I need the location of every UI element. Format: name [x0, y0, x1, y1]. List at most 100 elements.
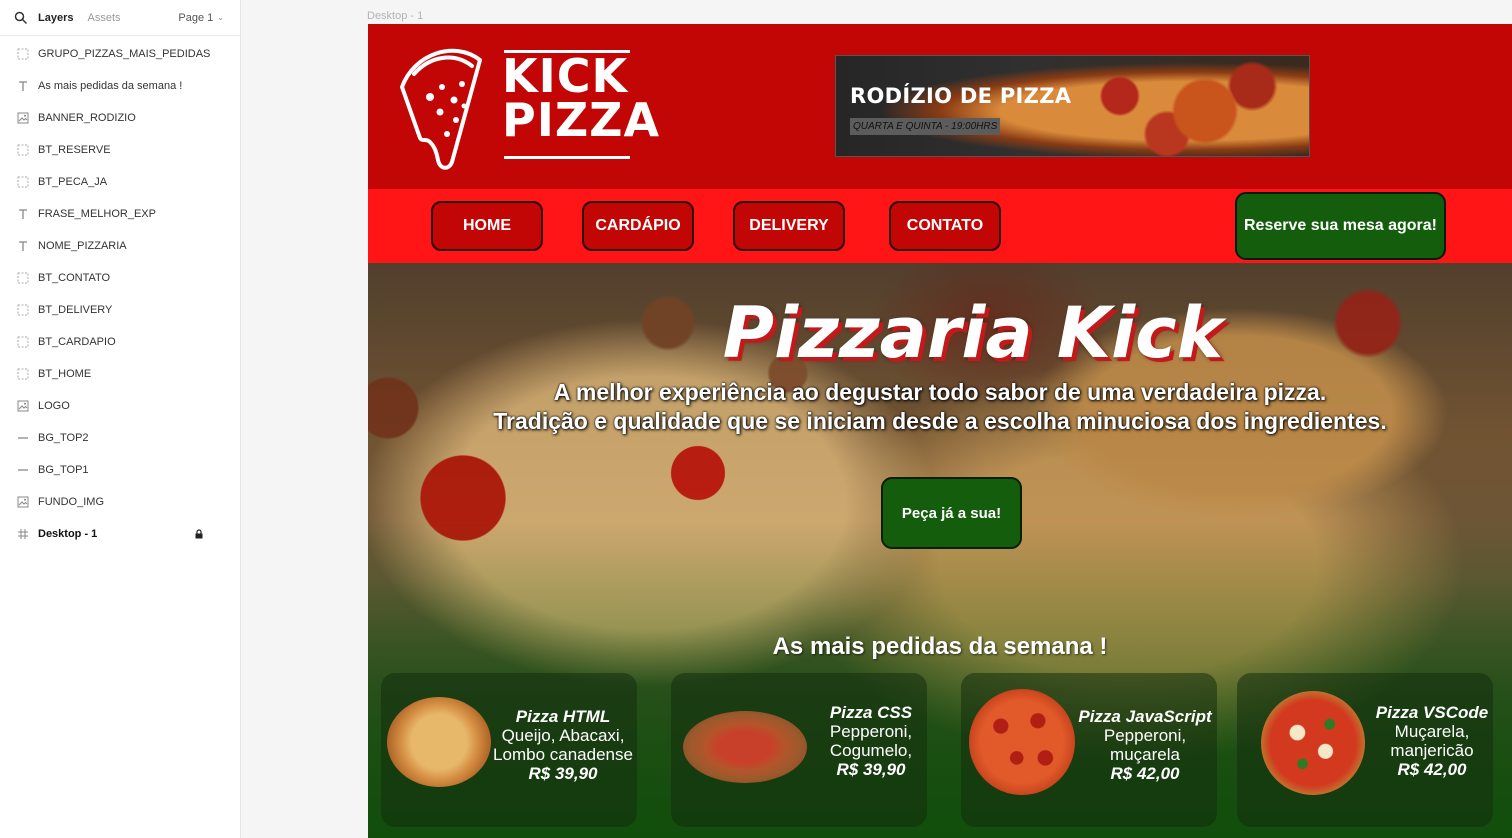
pizza-price: R$ 39,90 [836, 760, 906, 779]
image-icon [16, 495, 30, 509]
layer-row[interactable]: FRASE_MELHOR_EXP [0, 198, 240, 230]
bg-top2: HOME CARDÁPIO DELIVERY CONTATO Reserve s… [368, 189, 1512, 263]
bg-top1: KICK PIZZA RODÍZIO DE PIZZA QUARTA E QUI… [368, 24, 1512, 189]
panel-header: Layers Assets Page 1 ⌄ [0, 0, 240, 36]
pizza-desc-2: muçarela [1110, 745, 1180, 764]
pizza-name: Pizza CSS [829, 703, 913, 722]
pizza-info: Pizza JavaScript Pepperoni, muçarela R$ … [1075, 707, 1215, 783]
layer-row[interactable]: LOGO [0, 390, 240, 422]
layer-row[interactable]: BT_HOME [0, 358, 240, 390]
frame-icon [16, 47, 30, 61]
pizza-price: R$ 39,90 [528, 764, 598, 783]
logo-line-kick: KICK [502, 49, 629, 103]
chevron-down-icon: ⌄ [217, 13, 224, 22]
layer-row[interactable]: As mais pedidas da semana ! [0, 70, 240, 102]
layers-list: GRUPO_PIZZAS_MAIS_PEDIDAS As mais pedidas… [0, 36, 240, 550]
layer-row[interactable]: BT_CARDAPIO [0, 326, 240, 358]
layer-row[interactable]: BG_TOP1 [0, 454, 240, 486]
pizza-html-image [387, 697, 491, 787]
pizza-price: R$ 42,00 [1110, 764, 1180, 783]
contato-button[interactable]: CONTATO [889, 201, 1001, 251]
tab-assets[interactable]: Assets [87, 12, 120, 24]
layer-row[interactable]: GRUPO_PIZZAS_MAIS_PEDIDAS [0, 38, 240, 70]
layer-row[interactable]: BG_TOP2 [0, 422, 240, 454]
pizza-javascript-image [969, 689, 1075, 795]
layer-label: GRUPO_PIZZAS_MAIS_PEDIDAS [38, 48, 211, 60]
layer-row[interactable]: BT_PECA_JA [0, 166, 240, 198]
layer-label: BANNER_RODIZIO [38, 112, 136, 124]
banner-rodizio[interactable]: RODÍZIO DE PIZZA QUARTA E QUINTA - 19:00… [835, 55, 1310, 157]
pizza-desc-1: Pepperoni, [829, 722, 913, 741]
text-icon [16, 239, 30, 253]
pizza-card[interactable]: Pizza CSS Pepperoni, Cogumelo, R$ 39,90 [671, 673, 927, 827]
layers-panel: Layers Assets Page 1 ⌄ GRUPO_PIZZAS_MAIS… [0, 0, 241, 838]
pizza-desc-1: Queijo, Abacaxi, [501, 726, 625, 745]
pizza-name: Pizza JavaScript [1078, 707, 1212, 726]
weekly-favorites-heading: As mais pedidas da semana ! [772, 633, 1108, 660]
cardapio-button[interactable]: CARDÁPIO [582, 201, 694, 251]
layer-row[interactable]: FUNDO_IMG [0, 486, 240, 518]
pizza-card[interactable]: Pizza VSCode Muçarela, manjericão R$ 42,… [1237, 673, 1493, 827]
layer-label: BT_CARDAPIO [38, 336, 116, 348]
frame-icon [16, 143, 30, 157]
rectangle-icon [16, 463, 30, 477]
layer-label: Desktop - 1 [38, 528, 98, 540]
layer-row[interactable]: BT_CONTATO [0, 262, 240, 294]
frame-icon [16, 335, 30, 349]
frame-icon [16, 271, 30, 285]
pizza-card[interactable]: Pizza HTML Queijo, Abacaxi, Lombo canade… [381, 673, 637, 827]
order-now-button[interactable]: Peça já a sua! [881, 477, 1022, 549]
layer-row[interactable]: BT_RESERVE [0, 134, 240, 166]
banner-title: RODÍZIO DE PIZZA [850, 84, 1072, 108]
layer-row[interactable]: NOME_PIZZARIA [0, 230, 240, 262]
pizza-card[interactable]: Pizza JavaScript Pepperoni, muçarela R$ … [961, 673, 1217, 827]
logo-line-pizza: PIZZA [502, 93, 661, 147]
frame-hash-icon [16, 527, 30, 541]
banner-subtitle: QUARTA E QUINTA - 19:00HRS [850, 118, 1001, 135]
pizzeria-title: Pizzaria Kick [722, 292, 1224, 374]
reserve-button[interactable]: Reserve sua mesa agora! [1235, 192, 1446, 260]
layer-label: BG_TOP2 [38, 432, 89, 444]
image-icon [16, 399, 30, 413]
frame-label[interactable]: Desktop - 1 [367, 10, 423, 22]
layer-label: BT_DELIVERY [38, 304, 113, 316]
layer-label: FUNDO_IMG [38, 496, 104, 508]
tagline-line-2: Tradição e qualidade que se iniciam desd… [493, 408, 1387, 434]
layer-label: LOGO [38, 400, 70, 412]
pizza-price: R$ 42,00 [1397, 760, 1467, 779]
page-selector[interactable]: Page 1 ⌄ [178, 12, 224, 24]
layer-row[interactable]: BANNER_RODIZIO [0, 102, 240, 134]
search-icon[interactable] [14, 11, 28, 25]
pizza-info: Pizza HTML Queijo, Abacaxi, Lombo canade… [491, 707, 635, 783]
frame-icon [16, 367, 30, 381]
pizza-info: Pizza CSS Pepperoni, Cogumelo, R$ 39,90 [821, 703, 921, 779]
page-selector-label: Page 1 [178, 11, 214, 24]
desktop-frame: KICK PIZZA RODÍZIO DE PIZZA QUARTA E QUI… [368, 24, 1512, 838]
text-icon [16, 207, 30, 221]
layer-row[interactable]: Desktop - 1 [0, 518, 240, 550]
layer-label: BT_HOME [38, 368, 92, 380]
lock-icon[interactable] [194, 529, 204, 539]
layer-label: BT_RESERVE [38, 144, 111, 156]
pizza-desc-2: manjericão [1390, 741, 1474, 760]
logo-text: KICK PIZZA [502, 49, 661, 147]
layer-label: NOME_PIZZARIA [38, 240, 127, 252]
pizza-info: Pizza VSCode Muçarela, manjericão R$ 42,… [1373, 703, 1491, 779]
pizza-vscode-image [1261, 691, 1365, 795]
home-button[interactable]: HOME [431, 201, 543, 251]
layer-label: BG_TOP1 [38, 464, 89, 476]
pizza-desc-1: Muçarela, [1394, 722, 1470, 741]
text-icon [16, 79, 30, 93]
pizza-css-image [683, 711, 807, 783]
layer-row[interactable]: BT_DELIVERY [0, 294, 240, 326]
tagline-line-1: A melhor experiência ao degustar todo sa… [553, 379, 1327, 405]
pizza-desc-2: Lombo canadense [493, 745, 633, 764]
tab-layers[interactable]: Layers [38, 12, 73, 24]
layer-label: BT_PECA_JA [38, 176, 108, 188]
pizza-name: Pizza VSCode [1375, 703, 1489, 722]
layer-label: FRASE_MELHOR_EXP [38, 208, 156, 220]
pizza-desc-1: Pepperoni, [1103, 726, 1187, 745]
layer-label: As mais pedidas da semana ! [38, 80, 183, 92]
layer-label: BT_CONTATO [38, 272, 111, 284]
delivery-button[interactable]: DELIVERY [733, 201, 845, 251]
